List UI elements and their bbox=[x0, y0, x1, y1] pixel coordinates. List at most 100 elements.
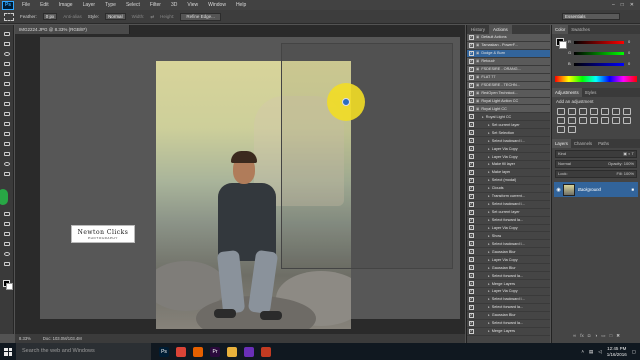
feather-input[interactable]: 0 px bbox=[42, 13, 58, 20]
brightness-icon[interactable] bbox=[557, 108, 565, 115]
checkmark-icon[interactable]: ✓ bbox=[469, 42, 474, 48]
checkmark-icon[interactable]: ✓ bbox=[469, 296, 474, 302]
mask-icon[interactable]: ◘ bbox=[588, 333, 591, 341]
checkmark-icon[interactable]: ✓ bbox=[469, 225, 474, 231]
media-icon[interactable] bbox=[244, 346, 254, 357]
fill-field[interactable]: Fill: 100% bbox=[616, 171, 634, 177]
shape-tool-icon[interactable] bbox=[3, 231, 11, 237]
checkmark-icon[interactable]: ✓ bbox=[469, 233, 474, 239]
green-slider[interactable] bbox=[574, 52, 624, 55]
move-tool-icon[interactable] bbox=[3, 31, 11, 37]
action-step-row[interactable]: ✓ ▸ Set current layer bbox=[467, 121, 550, 130]
menu-filter[interactable]: Filter bbox=[145, 2, 166, 8]
checkmark-icon[interactable]: ✓ bbox=[469, 90, 474, 96]
expand-arrow-icon[interactable]: ▸ bbox=[488, 202, 490, 206]
checkmark-icon[interactable]: ✓ bbox=[469, 106, 474, 112]
channel-mixer-icon[interactable] bbox=[579, 117, 587, 124]
checkmark-icon[interactable]: ✓ bbox=[469, 249, 474, 255]
tab-layers[interactable]: Layers bbox=[552, 139, 571, 148]
posterize-icon[interactable] bbox=[612, 117, 620, 124]
photo-filter-icon[interactable] bbox=[568, 117, 576, 124]
menu-edit[interactable]: Edit bbox=[35, 2, 54, 8]
action-step-row[interactable]: ✓ ▸ Clouds bbox=[467, 185, 550, 193]
expand-arrow-icon[interactable]: ▸ bbox=[488, 139, 490, 143]
layer-row-background[interactable]: ◉ Background ■ bbox=[554, 182, 638, 197]
checkmark-icon[interactable]: ✓ bbox=[469, 114, 474, 120]
folder-toggle-icon[interactable]: ▣ bbox=[476, 43, 479, 47]
path-select-icon[interactable] bbox=[3, 221, 11, 227]
store-icon[interactable] bbox=[261, 346, 271, 357]
action-step-row[interactable]: ✓ ▸ Set Selection bbox=[467, 129, 550, 138]
more-tools-icon[interactable] bbox=[3, 261, 11, 267]
checkmark-icon[interactable]: ✓ bbox=[469, 82, 474, 88]
checkmark-icon[interactable]: ✓ bbox=[469, 185, 474, 191]
action-set-row[interactable]: ✓ ▣ RedOpen Technicol... bbox=[467, 89, 550, 98]
action-step-row[interactable]: ✓ ▸ Make fill layer bbox=[467, 161, 550, 169]
checkmark-icon[interactable]: ✓ bbox=[469, 98, 474, 104]
gradient-map-icon[interactable] bbox=[568, 126, 576, 133]
expand-arrow-icon[interactable]: ▸ bbox=[488, 131, 490, 135]
tray-arrow-icon[interactable]: ˄ bbox=[581, 349, 584, 354]
expand-arrow-icon[interactable]: ▸ bbox=[488, 321, 490, 325]
refine-edge-button[interactable]: Refine Edge... bbox=[180, 12, 221, 21]
checkmark-icon[interactable]: ✓ bbox=[469, 169, 474, 175]
style-select[interactable]: Normal bbox=[105, 13, 126, 20]
ps-app-icon[interactable]: Ps bbox=[159, 346, 169, 357]
marquee-tool-icon[interactable] bbox=[4, 12, 14, 21]
action-set-row[interactable]: ✓ ▣ FSDESIRE - ORANG... bbox=[467, 65, 550, 74]
checkmark-icon[interactable]: ✓ bbox=[469, 146, 474, 152]
eyedropper-icon[interactable] bbox=[3, 81, 11, 87]
workspace-select[interactable]: Essentials bbox=[562, 13, 620, 20]
color-lookup-icon[interactable] bbox=[590, 117, 598, 124]
marquee-tool-icon[interactable] bbox=[3, 41, 11, 47]
action-set-row[interactable]: ✓ ▣ Royal Light Action CC bbox=[467, 97, 550, 106]
minimize-icon[interactable]: – bbox=[612, 2, 615, 8]
taskbar-search[interactable]: Search the web and Windows bbox=[16, 343, 151, 360]
brush-tool-icon[interactable] bbox=[3, 101, 11, 107]
expand-arrow-icon[interactable]: ▸ bbox=[488, 234, 490, 238]
checkmark-icon[interactable]: ✓ bbox=[469, 130, 474, 136]
expand-arrow-icon[interactable]: ▸ bbox=[488, 155, 490, 159]
hue-saturation-icon[interactable] bbox=[612, 108, 620, 115]
action-step-row[interactable]: ✓ ▸ Layer Via Copy bbox=[467, 256, 550, 265]
action-set-row[interactable]: ✓ ▣ FLAT 77 bbox=[467, 73, 550, 82]
action-step-row[interactable]: ✓ ▸ Merge Layers bbox=[467, 328, 550, 336]
action-step-row[interactable]: ✓ ▸ Layer Via Copy bbox=[467, 225, 550, 233]
action-set-row[interactable]: ✓ ▣ Retouch bbox=[467, 57, 550, 66]
action-step-row[interactable]: ✓ ▸ Layer Via Copy bbox=[467, 153, 550, 161]
levels-icon[interactable] bbox=[568, 108, 576, 115]
checkmark-icon[interactable]: ✓ bbox=[469, 34, 474, 40]
menu-select[interactable]: Select bbox=[121, 2, 145, 8]
explorer-icon[interactable] bbox=[227, 346, 237, 357]
folder-toggle-icon[interactable]: ▣ bbox=[476, 91, 479, 95]
action-set-row[interactable]: ✓ ▣ Royal Light CC bbox=[467, 105, 550, 114]
action-step-row[interactable]: ✓ ▸ Select forward la... bbox=[467, 217, 550, 225]
action-step-row[interactable]: ✓ ▸ Select backward l... bbox=[467, 137, 550, 146]
green-value[interactable]: 0 bbox=[628, 50, 630, 55]
clock[interactable]: 12:45 PM 1/16/2016 bbox=[607, 346, 627, 358]
blue-slider[interactable] bbox=[574, 63, 624, 66]
blend-mode-select[interactable]: Normal bbox=[558, 161, 571, 167]
action-step-row[interactable]: ✓ ▸ Select backward l... bbox=[467, 296, 550, 304]
start-button[interactable] bbox=[0, 343, 16, 360]
checkmark-icon[interactable]: ✓ bbox=[469, 161, 474, 167]
clone-stamp-icon[interactable] bbox=[3, 111, 11, 117]
action-step-row[interactable]: ✓ ▸ Set current layer bbox=[467, 209, 550, 217]
menu-type[interactable]: Type bbox=[100, 2, 121, 8]
expand-arrow-icon[interactable]: ▸ bbox=[488, 210, 490, 214]
eye-icon[interactable]: ◉ bbox=[554, 187, 563, 193]
checkmark-icon[interactable]: ✓ bbox=[469, 122, 474, 128]
checkmark-icon[interactable]: ✓ bbox=[469, 304, 474, 310]
action-step-row[interactable]: ✓ ▸ Select forward la... bbox=[467, 304, 550, 312]
curves-icon[interactable] bbox=[579, 108, 587, 115]
expand-arrow-icon[interactable]: ▸ bbox=[488, 289, 490, 293]
eraser-icon[interactable] bbox=[3, 131, 11, 137]
checkmark-icon[interactable]: ✓ bbox=[469, 201, 474, 207]
menu-image[interactable]: Image bbox=[54, 2, 78, 8]
folder-icon[interactable]: ▭ bbox=[601, 333, 605, 341]
pen-tool-icon[interactable] bbox=[3, 171, 11, 177]
new-layer-icon[interactable]: □ bbox=[609, 333, 612, 341]
zoom-level[interactable]: 8.33% bbox=[19, 336, 31, 341]
folder-toggle-icon[interactable]: ▣ bbox=[476, 35, 479, 39]
red-value[interactable]: 0 bbox=[628, 39, 630, 44]
